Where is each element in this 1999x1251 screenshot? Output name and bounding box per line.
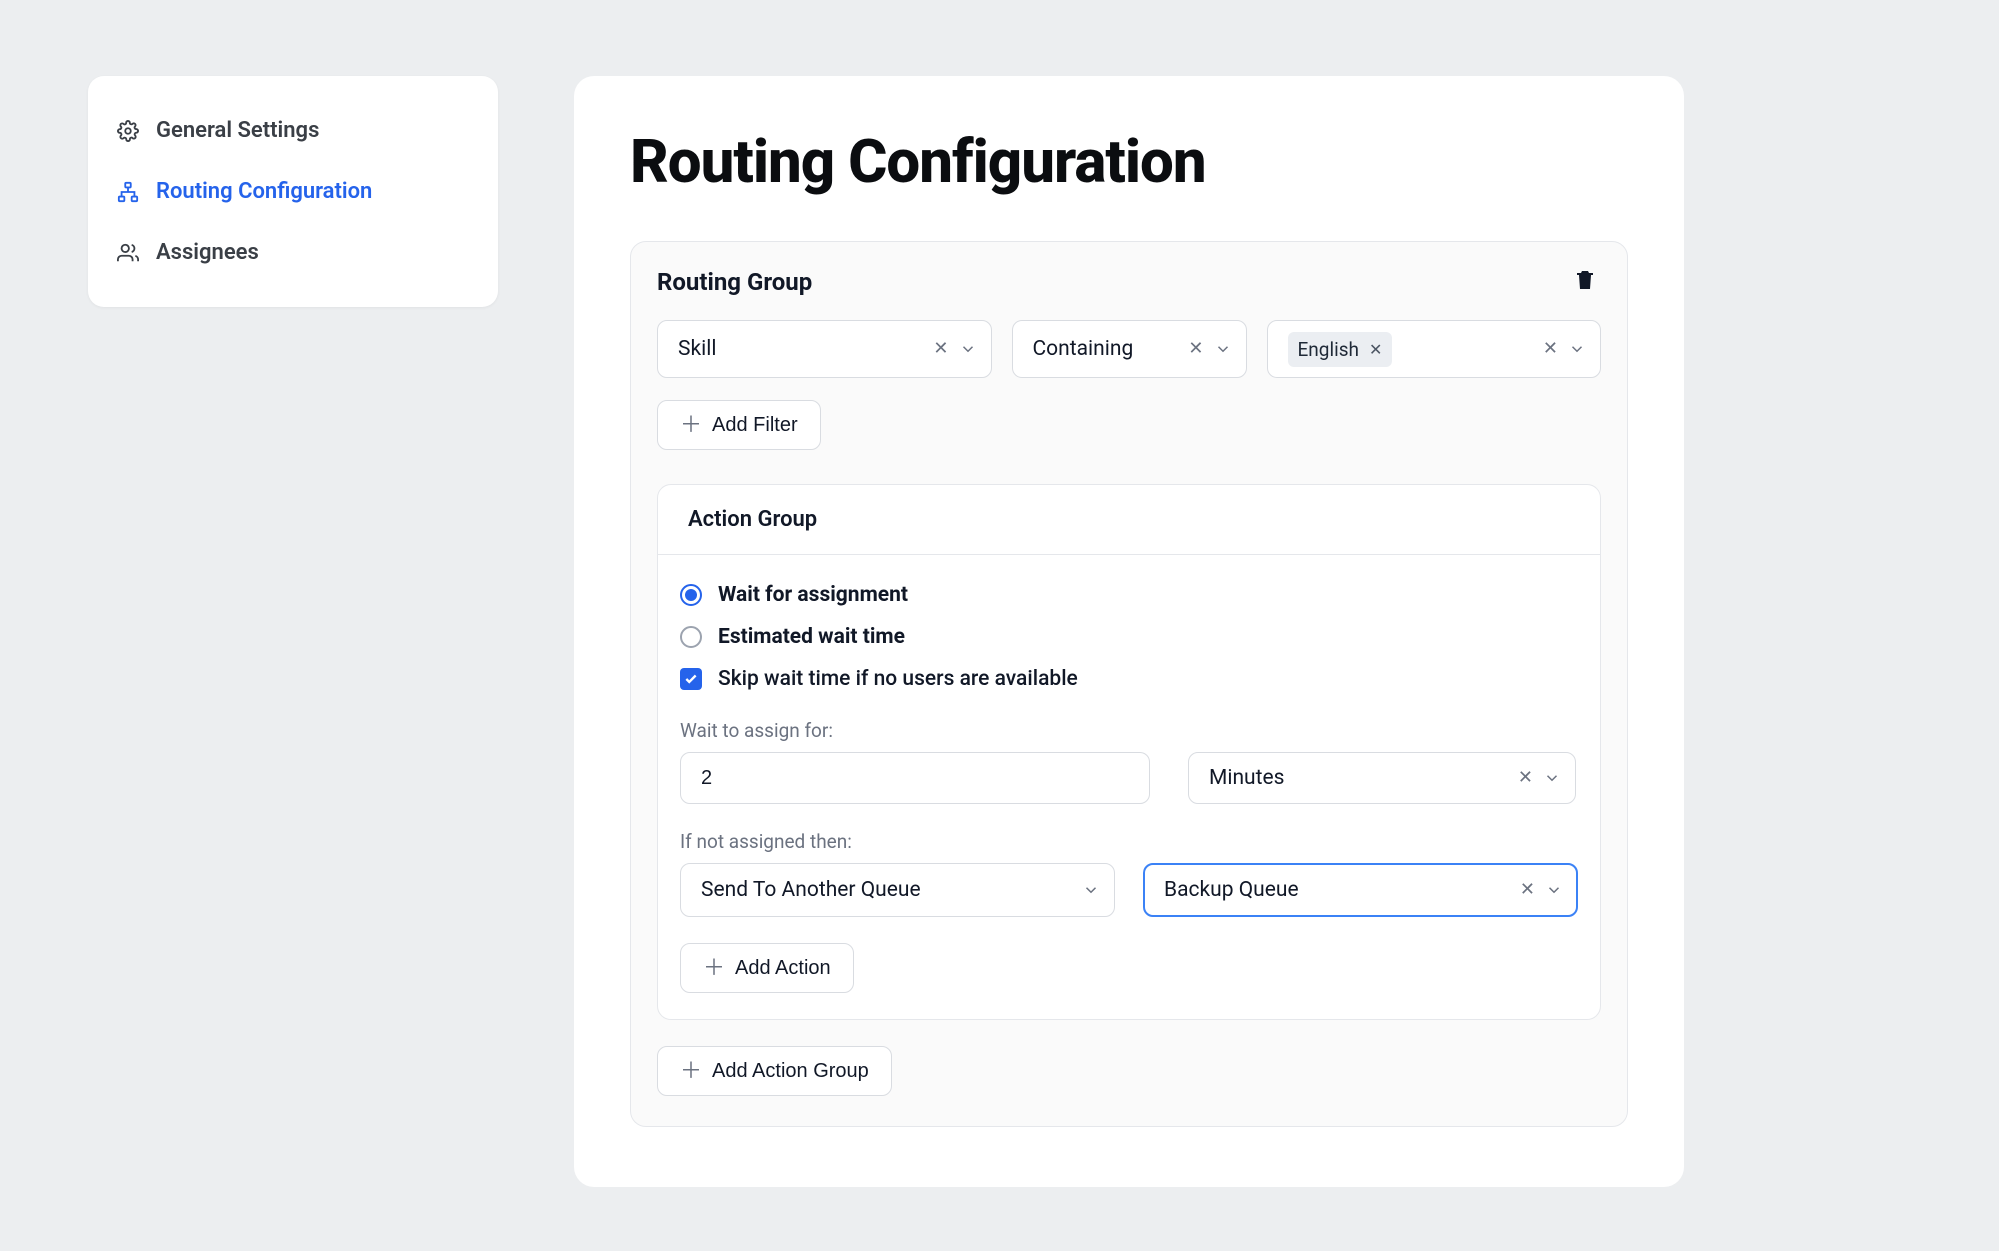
chevron-down-icon[interactable]	[1214, 340, 1232, 358]
plus-icon: ＋	[680, 414, 702, 436]
chevron-down-icon[interactable]	[1543, 769, 1561, 787]
tag-label: English	[1298, 338, 1359, 361]
checkbox-icon[interactable]	[680, 668, 702, 690]
trash-icon[interactable]	[1573, 268, 1601, 296]
checkbox-skip-wait[interactable]: Skip wait time if no users are available	[680, 667, 1578, 691]
select-value: Backup Queue	[1164, 878, 1299, 902]
sidebar-item-general-settings[interactable]: General Settings	[88, 100, 498, 161]
sidebar-item-label: General Settings	[156, 118, 319, 143]
radio-label: Wait for assignment	[718, 583, 908, 607]
sidebar-item-label: Routing Configuration	[156, 179, 372, 204]
add-action-button[interactable]: ＋ Add Action	[680, 943, 854, 993]
radio-icon[interactable]	[680, 584, 702, 606]
select-value: Containing	[1033, 337, 1134, 361]
button-label: Add Filter	[712, 414, 798, 437]
chevron-down-icon[interactable]	[1568, 340, 1586, 358]
sidebar: General Settings Routing Configuration A…	[88, 76, 498, 307]
add-filter-button[interactable]: ＋ Add Filter	[657, 400, 821, 450]
clear-icon[interactable]: ✕	[1518, 769, 1533, 787]
value-tag: English ✕	[1288, 332, 1393, 367]
fallback-action-select[interactable]: Send To Another Queue	[680, 863, 1115, 917]
radio-icon[interactable]	[680, 626, 702, 648]
routing-group-title: Routing Group	[657, 268, 812, 296]
wait-duration-input[interactable]	[680, 752, 1150, 804]
if-not-assigned-label: If not assigned then:	[680, 830, 1578, 853]
users-icon	[116, 241, 140, 265]
remove-tag-icon[interactable]: ✕	[1369, 340, 1382, 359]
filter-field-select[interactable]: Skill ✕	[657, 320, 992, 378]
main-panel: Routing Configuration Routing Group Skil…	[574, 76, 1684, 1187]
wait-unit-select[interactable]: Minutes ✕	[1188, 752, 1576, 804]
clear-icon[interactable]: ✕	[1543, 340, 1558, 358]
plus-icon: ＋	[703, 957, 725, 979]
select-value: Minutes	[1209, 766, 1284, 790]
chevron-down-icon[interactable]	[959, 340, 977, 358]
add-action-group-button[interactable]: ＋ Add Action Group	[657, 1046, 892, 1096]
radio-wait-for-assignment[interactable]: Wait for assignment	[680, 583, 1578, 607]
chevron-down-icon[interactable]	[1545, 881, 1563, 899]
checkbox-label: Skip wait time if no users are available	[718, 667, 1078, 691]
filter-condition-select[interactable]: Containing ✕	[1012, 320, 1247, 378]
clear-icon[interactable]: ✕	[933, 340, 948, 358]
action-group-title: Action Group	[658, 485, 1600, 555]
clear-icon[interactable]: ✕	[1520, 881, 1535, 899]
page-title: Routing Configuration	[630, 126, 1628, 197]
select-value: Skill	[678, 337, 716, 361]
button-label: Add Action Group	[712, 1060, 869, 1083]
filter-value-select[interactable]: English ✕ ✕	[1267, 320, 1602, 378]
wait-to-assign-label: Wait to assign for:	[680, 719, 1578, 742]
select-value: Send To Another Queue	[701, 878, 921, 902]
plus-icon: ＋	[680, 1060, 702, 1082]
sitemap-icon	[116, 180, 140, 204]
radio-label: Estimated wait time	[718, 625, 905, 649]
action-group-card: Action Group Wait for assignment Estimat…	[657, 484, 1601, 1020]
sidebar-item-label: Assignees	[156, 240, 259, 265]
fallback-queue-select[interactable]: Backup Queue ✕	[1143, 863, 1578, 917]
routing-group-card: Routing Group Skill ✕ Containing ✕	[630, 241, 1628, 1127]
chevron-down-icon[interactable]	[1082, 881, 1100, 899]
sidebar-item-assignees[interactable]: Assignees	[88, 222, 498, 283]
sidebar-item-routing-configuration[interactable]: Routing Configuration	[88, 161, 498, 222]
gear-icon	[116, 119, 140, 143]
clear-icon[interactable]: ✕	[1188, 340, 1203, 358]
button-label: Add Action	[735, 957, 831, 980]
radio-estimated-wait-time[interactable]: Estimated wait time	[680, 625, 1578, 649]
